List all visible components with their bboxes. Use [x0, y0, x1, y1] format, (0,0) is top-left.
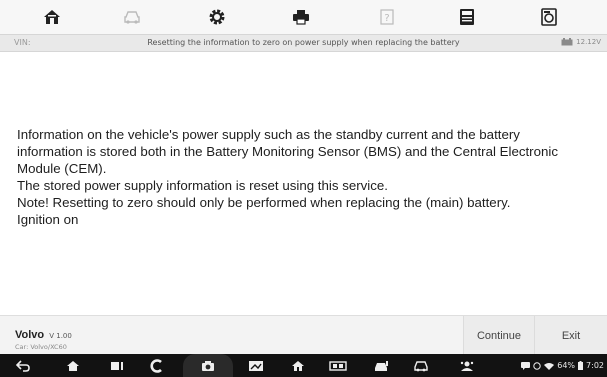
message-line: information is stored both in the Batter… — [17, 144, 558, 159]
recent-apps-icon[interactable] — [106, 354, 128, 377]
vehicle-info: Volvo V 1.00 Car: Volvo/XC60 — [15, 323, 72, 351]
message-line: Module (CEM). — [17, 161, 107, 176]
clock: 7:02 — [586, 361, 604, 370]
user-icon[interactable] — [456, 354, 478, 377]
message-icon — [521, 361, 531, 370]
message-line: Information on the vehicle's power suppl… — [17, 127, 520, 142]
vehicle-model: Car: Volvo/XC60 — [15, 343, 67, 351]
message-line: The stored power supply information is r… — [17, 178, 389, 193]
device-battery-icon — [578, 361, 584, 370]
message-text: Information on the vehicle's power suppl… — [17, 126, 602, 228]
vehicle-icon[interactable] — [410, 354, 432, 377]
top-toolbar: ? — [0, 0, 607, 34]
vci-icon[interactable] — [325, 354, 351, 377]
system-navigation-bar: 64% 7:02 — [0, 354, 607, 377]
battery-voltage: 12.12V — [561, 38, 601, 46]
footer-bar: Volvo V 1.00 Car: Volvo/XC60 Continue Ex… — [0, 315, 607, 355]
car-icon[interactable] — [118, 0, 146, 34]
message-line: Note! Resetting to zero should only be p… — [17, 195, 511, 210]
calculator-icon[interactable] — [453, 0, 481, 34]
software-version: V 1.00 — [49, 332, 72, 340]
battery-icon — [561, 38, 573, 46]
diagnostics-home-icon[interactable] — [287, 354, 309, 377]
svg-text:?: ? — [384, 13, 389, 24]
help-icon[interactable]: ? — [373, 0, 401, 34]
continue-button[interactable]: Continue — [463, 316, 534, 355]
back-icon[interactable] — [12, 354, 34, 377]
screenshot-icon[interactable] — [245, 354, 267, 377]
wifi-icon — [544, 362, 555, 370]
alarm-icon — [533, 361, 541, 370]
camera-icon[interactable] — [183, 354, 233, 377]
voltage-value: 12.12V — [576, 38, 601, 46]
service-icon[interactable] — [370, 354, 392, 377]
save-icon[interactable] — [535, 0, 563, 34]
message-panel: Information on the vehicle's power suppl… — [0, 52, 607, 315]
vin-bar: VIN: Resetting the information to zero o… — [0, 34, 607, 52]
home-nav-icon[interactable] — [62, 354, 84, 377]
message-line: Ignition on — [17, 212, 79, 227]
home-icon[interactable] — [38, 0, 66, 34]
status-area: 64% 7:02 — [521, 354, 604, 377]
exit-button[interactable]: Exit — [534, 316, 607, 355]
vehicle-make: Volvo — [15, 329, 45, 341]
browser-icon[interactable] — [146, 354, 168, 377]
settings-icon[interactable] — [203, 0, 231, 34]
battery-percent: 64% — [557, 361, 576, 370]
function-title: Resetting the information to zero on pow… — [147, 38, 460, 47]
print-icon[interactable] — [287, 0, 315, 34]
